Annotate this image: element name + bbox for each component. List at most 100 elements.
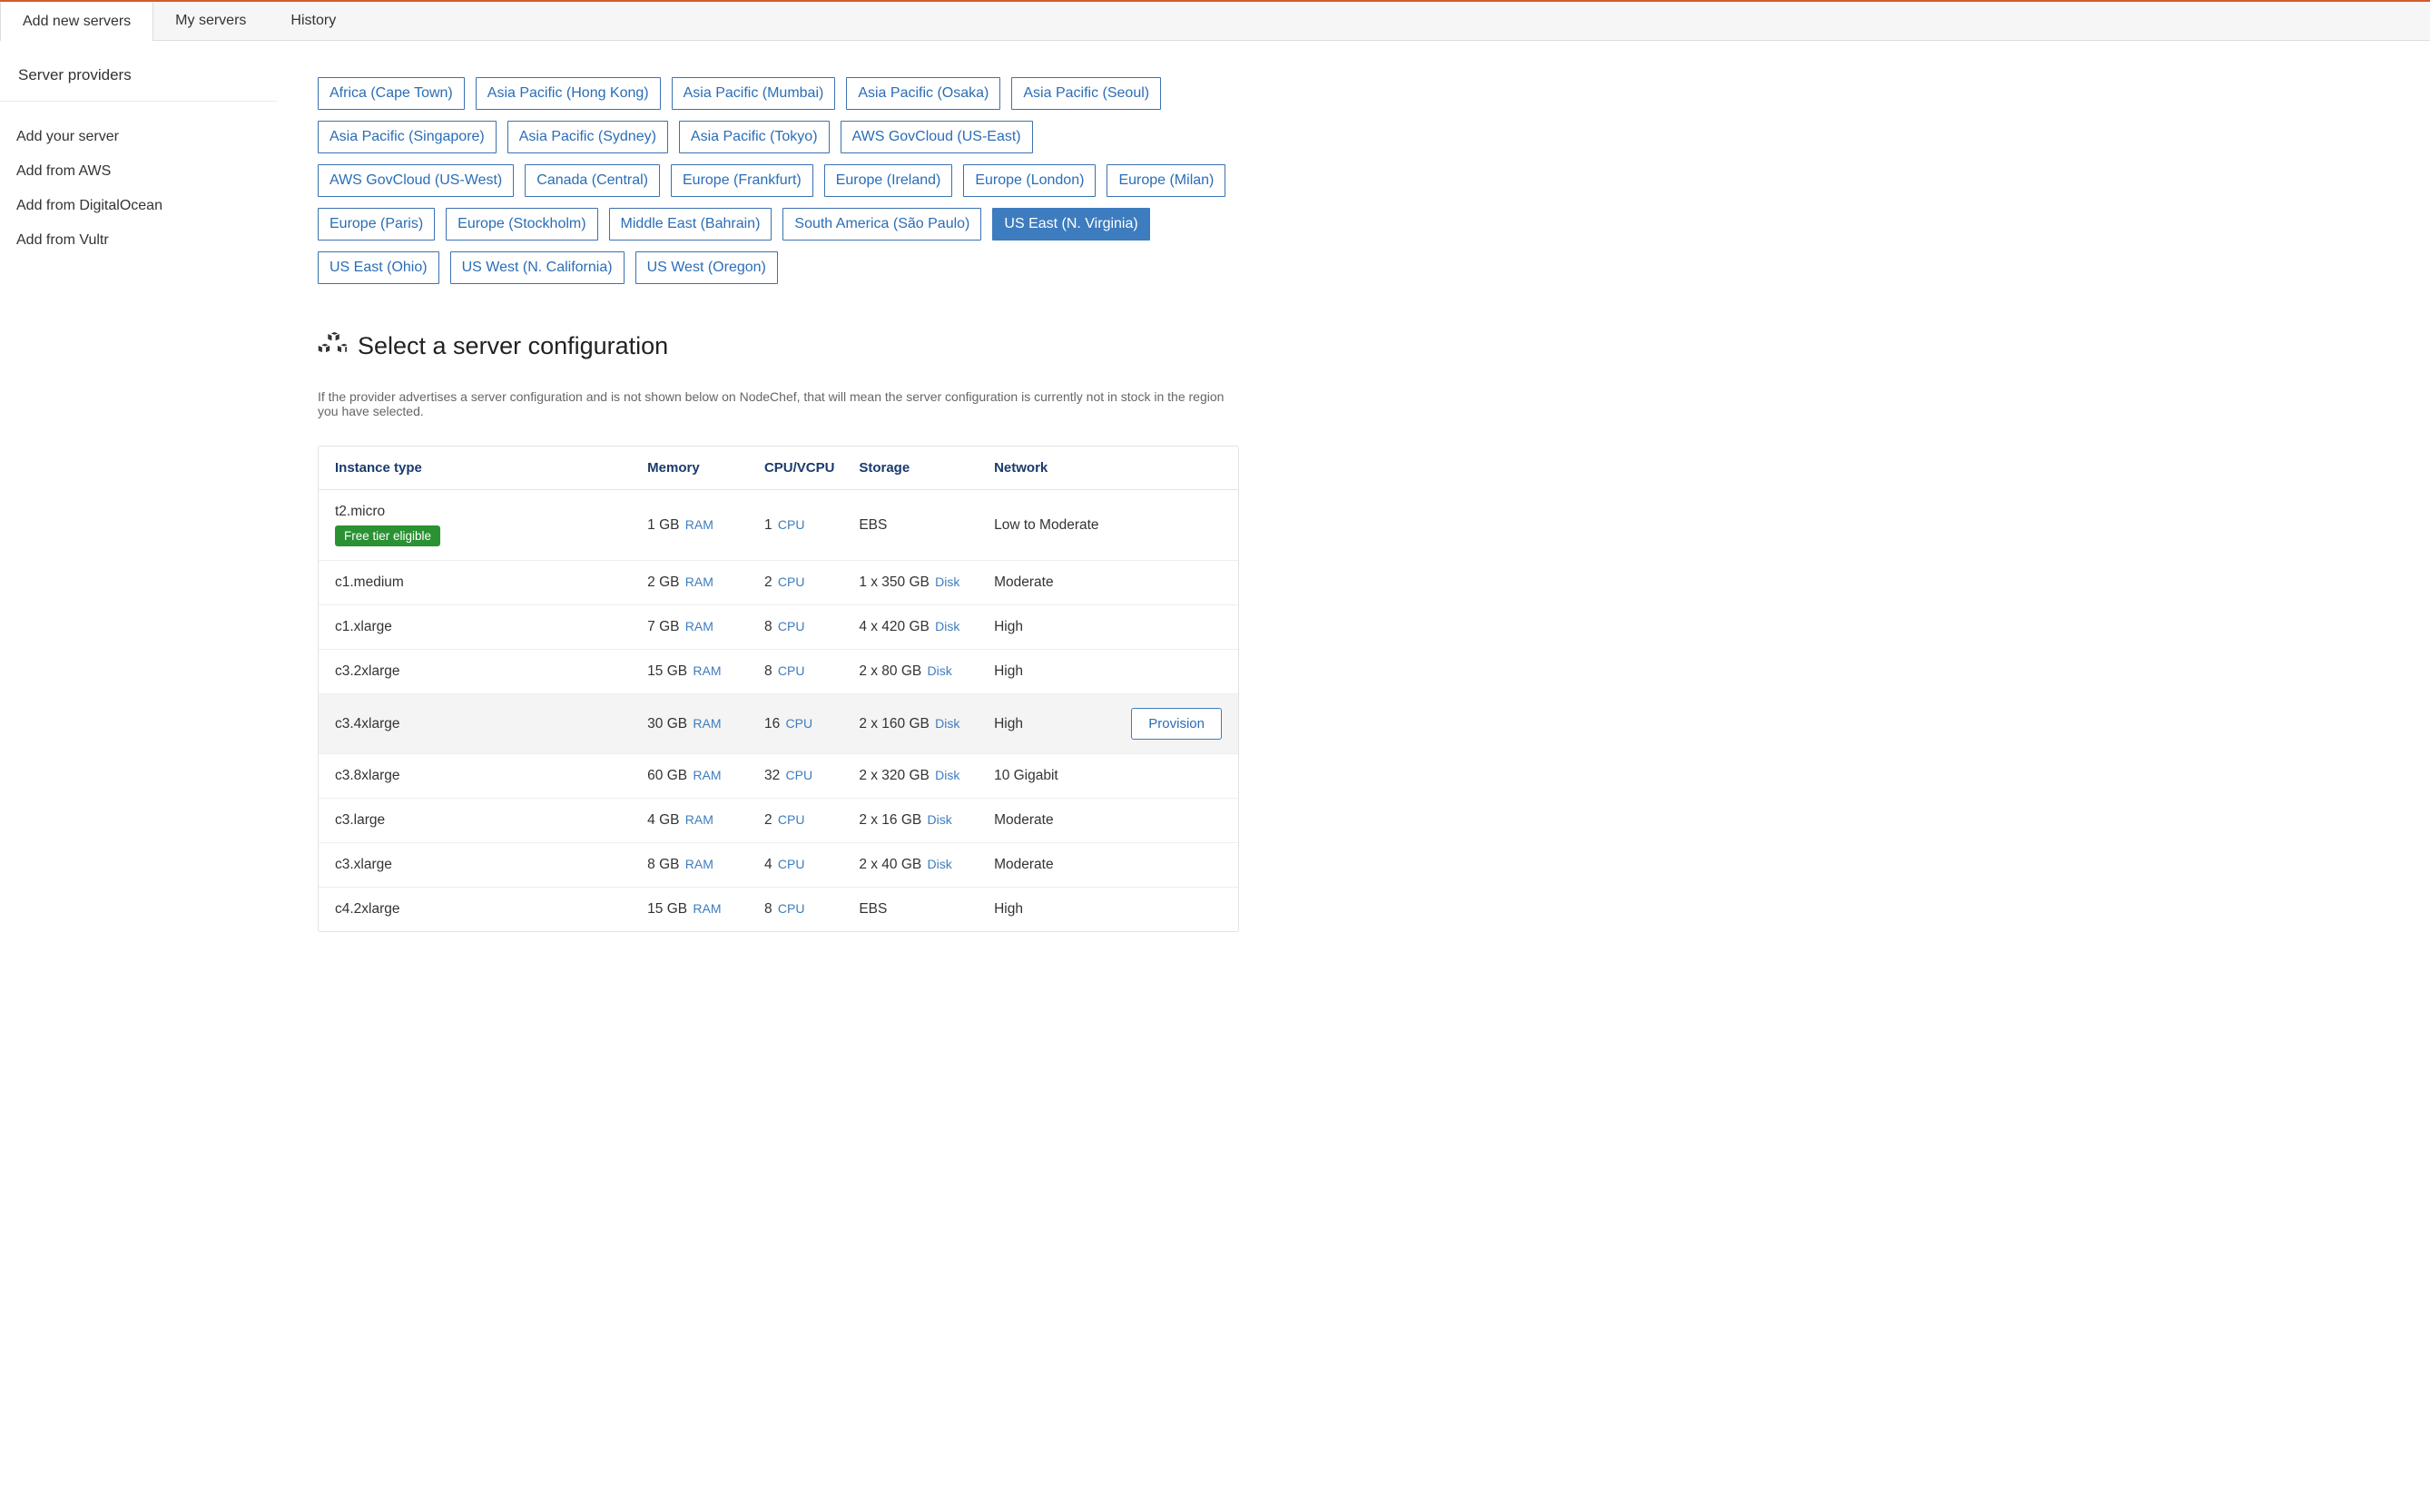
col-network: Network <box>994 460 1131 476</box>
sidebar-list: Add your serverAdd from AWSAdd from Digi… <box>0 102 277 258</box>
config-section-header: Select a server configuration <box>318 329 1239 362</box>
tab-add-new-servers[interactable]: Add new servers <box>0 3 153 41</box>
cell-instance: c3.xlarge <box>335 857 647 873</box>
sidebar-item-add-from-digitalocean[interactable]: Add from DigitalOcean <box>0 189 277 223</box>
region-pill[interactable]: Canada (Central) <box>525 164 660 197</box>
table-row[interactable]: c3.8xlarge60 GB RAM32 CPU2 x 320 GB Disk… <box>319 754 1238 799</box>
region-pill[interactable]: Asia Pacific (Singapore) <box>318 121 497 153</box>
cell-storage: EBS <box>859 901 994 918</box>
cell-cpu: 8 CPU <box>764 901 859 918</box>
col-memory: Memory <box>647 460 764 476</box>
region-pill[interactable]: Middle East (Bahrain) <box>609 208 772 241</box>
free-tier-badge: Free tier eligible <box>335 525 440 546</box>
table-row[interactable]: c1.xlarge7 GB RAM8 CPU4 x 420 GB DiskHig… <box>319 605 1238 650</box>
cell-network: Moderate <box>994 574 1131 591</box>
region-pill[interactable]: Europe (Ireland) <box>824 164 953 197</box>
cell-instance: c1.xlarge <box>335 619 647 635</box>
config-section-title: Select a server configuration <box>358 332 668 360</box>
sidebar-item-add-from-vultr[interactable]: Add from Vultr <box>0 223 277 258</box>
col-instance-type: Instance type <box>335 460 647 476</box>
cell-cpu: 2 CPU <box>764 812 859 829</box>
cell-instance: c1.medium <box>335 574 647 591</box>
cell-cpu: 16 CPU <box>764 716 859 732</box>
region-pill[interactable]: Asia Pacific (Sydney) <box>507 121 668 153</box>
cell-instance: c3.8xlarge <box>335 768 647 784</box>
region-pill[interactable]: Europe (Milan) <box>1107 164 1225 197</box>
cell-instance: c3.4xlarge <box>335 716 647 732</box>
region-pill[interactable]: Asia Pacific (Osaka) <box>846 77 1000 110</box>
cell-instance: c3.2xlarge <box>335 663 647 680</box>
cell-memory: 60 GB RAM <box>647 768 764 784</box>
table-row[interactable]: t2.microFree tier eligible1 GB RAM1 CPUE… <box>319 490 1238 561</box>
region-pill[interactable]: Europe (Stockholm) <box>446 208 597 241</box>
region-pill[interactable]: Asia Pacific (Hong Kong) <box>476 77 661 110</box>
region-pill[interactable]: Asia Pacific (Tokyo) <box>679 121 830 153</box>
cell-cpu: 1 CPU <box>764 517 859 534</box>
cell-cpu: 8 CPU <box>764 663 859 680</box>
cell-cpu: 32 CPU <box>764 768 859 784</box>
tab-my-servers[interactable]: My servers <box>153 2 269 40</box>
cell-memory: 4 GB RAM <box>647 812 764 829</box>
region-pill[interactable]: South America (São Paulo) <box>782 208 981 241</box>
cell-network: High <box>994 901 1131 918</box>
region-pill[interactable]: US West (N. California) <box>450 251 625 284</box>
cell-storage: 2 x 320 GB Disk <box>859 768 994 784</box>
region-pill[interactable]: Europe (Frankfurt) <box>671 164 813 197</box>
cell-memory: 15 GB RAM <box>647 901 764 918</box>
region-pill[interactable]: US East (N. Virginia) <box>992 208 1149 241</box>
provision-button[interactable]: Provision <box>1131 708 1222 740</box>
cell-storage: 2 x 80 GB Disk <box>859 663 994 680</box>
cell-memory: 8 GB RAM <box>647 857 764 873</box>
cell-memory: 2 GB RAM <box>647 574 764 591</box>
table-row[interactable]: c3.large4 GB RAM2 CPU2 x 16 GB DiskModer… <box>319 799 1238 843</box>
region-pill[interactable]: Asia Pacific (Mumbai) <box>672 77 836 110</box>
cell-network: Moderate <box>994 857 1131 873</box>
cell-memory: 30 GB RAM <box>647 716 764 732</box>
cell-storage: 2 x 40 GB Disk <box>859 857 994 873</box>
region-pill[interactable]: Asia Pacific (Seoul) <box>1011 77 1161 110</box>
cell-memory: 15 GB RAM <box>647 663 764 680</box>
cell-memory: 7 GB RAM <box>647 619 764 635</box>
config-section-note: If the provider advertises a server conf… <box>318 389 1239 418</box>
cell-instance: c3.large <box>335 812 647 829</box>
table-row[interactable]: c3.4xlarge30 GB RAM16 CPU2 x 160 GB Disk… <box>319 694 1238 754</box>
col-storage: Storage <box>859 460 994 476</box>
cell-storage: 2 x 160 GB Disk <box>859 716 994 732</box>
region-pill[interactable]: US East (Ohio) <box>318 251 439 284</box>
cubes-icon <box>318 329 347 362</box>
region-pill[interactable]: Africa (Cape Town) <box>318 77 465 110</box>
table-row[interactable]: c1.medium2 GB RAM2 CPU1 x 350 GB DiskMod… <box>319 561 1238 605</box>
cell-memory: 1 GB RAM <box>647 517 764 534</box>
instance-table: Instance type Memory CPU/VCPU Storage Ne… <box>318 446 1239 932</box>
cell-storage: 1 x 350 GB Disk <box>859 574 994 591</box>
main-tabs: Add new serversMy serversHistory <box>0 0 2430 41</box>
tab-history[interactable]: History <box>269 2 359 40</box>
region-pill[interactable]: Europe (Paris) <box>318 208 435 241</box>
cell-network: Moderate <box>994 812 1131 829</box>
cell-network: High <box>994 619 1131 635</box>
region-pill[interactable]: AWS GovCloud (US-West) <box>318 164 514 197</box>
table-row[interactable]: c3.xlarge8 GB RAM4 CPU2 x 40 GB DiskMode… <box>319 843 1238 888</box>
table-row[interactable]: c3.2xlarge15 GB RAM8 CPU2 x 80 GB DiskHi… <box>319 650 1238 694</box>
table-row[interactable]: c4.2xlarge15 GB RAM8 CPUEBSHigh <box>319 888 1238 931</box>
region-selector: Africa (Cape Town) Asia Pacific (Hong Kon… <box>318 77 1239 284</box>
cell-instance: t2.microFree tier eligible <box>335 504 647 546</box>
cell-cpu: 8 CPU <box>764 619 859 635</box>
sidebar: Server providers Add your serverAdd from… <box>0 41 277 932</box>
cell-network: High <box>994 716 1131 732</box>
region-pill[interactable]: Europe (London) <box>963 164 1096 197</box>
table-header-row: Instance type Memory CPU/VCPU Storage Ne… <box>319 447 1238 490</box>
cell-instance: c4.2xlarge <box>335 901 647 918</box>
sidebar-header: Server providers <box>0 57 277 102</box>
cell-storage: 4 x 420 GB Disk <box>859 619 994 635</box>
cell-cpu: 4 CPU <box>764 857 859 873</box>
col-cpu: CPU/VCPU <box>764 460 859 476</box>
region-pill[interactable]: US West (Oregon) <box>635 251 778 284</box>
cell-storage: EBS <box>859 517 994 534</box>
region-pill[interactable]: AWS GovCloud (US-East) <box>841 121 1033 153</box>
cell-network: High <box>994 663 1131 680</box>
cell-network: Low to Moderate <box>994 517 1131 534</box>
main-content: Africa (Cape Town) Asia Pacific (Hong Kon… <box>277 41 1239 932</box>
sidebar-item-add-from-aws[interactable]: Add from AWS <box>0 154 277 189</box>
sidebar-item-add-your-server[interactable]: Add your server <box>0 120 277 154</box>
